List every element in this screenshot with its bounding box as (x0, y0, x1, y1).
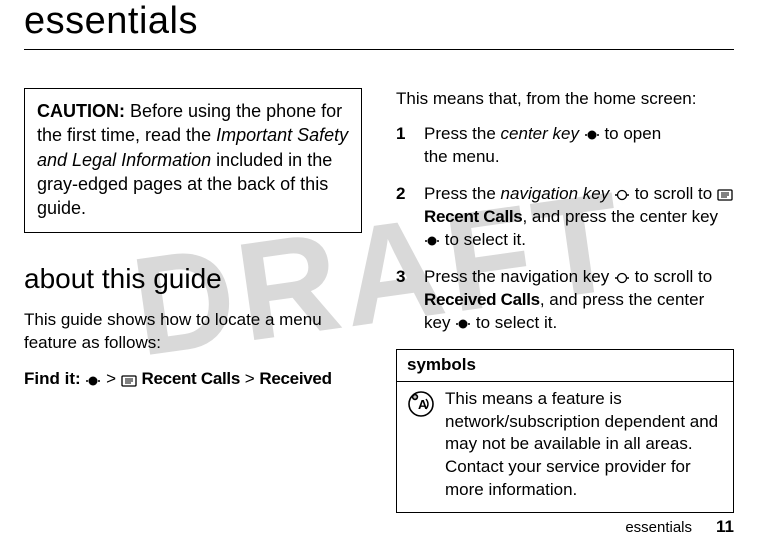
footer-section: essentials (625, 519, 692, 536)
s2c: , and press the center key (522, 207, 718, 226)
gt2: > (245, 369, 255, 388)
step-2: Press the navigation key to scroll to Re… (396, 183, 734, 252)
symbols-heading: symbols (397, 350, 733, 382)
page-number: 11 (716, 517, 734, 537)
s3d: to select it. (471, 313, 557, 332)
navigation-key-icon (614, 183, 630, 206)
symbols-text: This means a feature is network/subscrip… (445, 388, 723, 503)
about-heading: about this guide (24, 263, 362, 295)
steps-list: Press the center key to open the menu. P… (396, 123, 734, 335)
about-intro: This guide shows how to locate a menu fe… (24, 309, 362, 355)
s2-recent: Recent Calls (424, 207, 522, 226)
center-key-icon (85, 368, 101, 392)
navigation-key-icon (614, 266, 630, 289)
left-column: CAUTION: Before using the phone for the … (24, 88, 362, 513)
recent-calls-icon (717, 183, 733, 206)
right-column: This means that, from the home screen: P… (396, 88, 734, 513)
s1a: Press the (424, 124, 501, 143)
s3-received: Received Calls (424, 290, 540, 309)
s3a: Press the navigation key (424, 267, 614, 286)
symbols-box: symbols A This means a feature is networ… (396, 349, 734, 514)
s2-nav-key: navigation key (501, 184, 610, 203)
gt1: > (106, 369, 116, 388)
s2b: to scroll to (630, 184, 717, 203)
s3b: to scroll to (630, 267, 712, 286)
caution-box: CAUTION: Before using the phone for the … (24, 88, 362, 233)
step-1: Press the center key to open the menu. (396, 123, 734, 169)
recent-calls-text: Recent Calls (142, 369, 240, 388)
network-dependent-icon: A (407, 388, 435, 503)
s1-center-key: center key (501, 124, 579, 143)
right-intro: This means that, from the home screen: (396, 88, 734, 111)
center-key-icon (584, 123, 600, 146)
step-3: Press the navigation key to scroll to Re… (396, 266, 734, 335)
find-it-line: Find it: > Recent Calls > Received (24, 367, 362, 391)
page-content: essentials CAUTION: Before using the pho… (0, 0, 758, 513)
caution-label: CAUTION: (37, 101, 125, 121)
s2a: Press the (424, 184, 501, 203)
page-title: essentials (24, 0, 734, 50)
received-text: Received (259, 369, 331, 388)
find-it-label: Find it: (24, 369, 81, 388)
s2d: to select it. (440, 230, 526, 249)
recent-calls-icon (121, 368, 137, 392)
two-column-layout: CAUTION: Before using the phone for the … (24, 88, 734, 513)
symbols-body: A This means a feature is network/subscr… (397, 382, 733, 513)
center-key-icon (424, 229, 440, 252)
page-footer: essentials 11 (625, 517, 734, 537)
center-key-icon (455, 312, 471, 335)
